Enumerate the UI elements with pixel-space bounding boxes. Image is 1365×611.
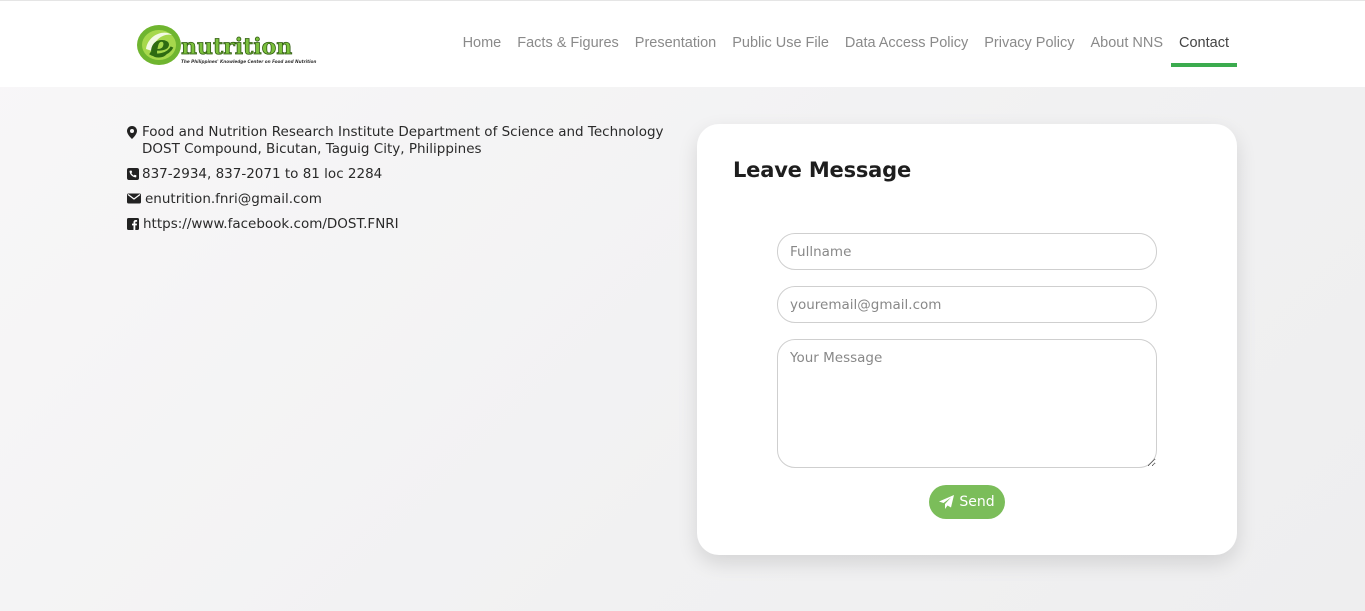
nav-home[interactable]: Home: [455, 1, 510, 88]
facebook-link[interactable]: https://www.facebook.com/DOST.FNRI: [143, 216, 399, 233]
address-row: Food and Nutrition Research Institute De…: [127, 124, 667, 158]
phone-row: 837-2934, 837-2071 to 81 loc 2284: [127, 166, 667, 183]
address-line2: DOST Compound, Bicutan, Taguig City, Phi…: [142, 141, 482, 157]
address-text: Food and Nutrition Research Institute De…: [142, 124, 664, 158]
navbar: e nutrition The Philippines' Knowledge C…: [0, 0, 1365, 87]
nav-contact[interactable]: Contact: [1171, 1, 1237, 88]
logo-letter: e: [150, 27, 170, 65]
phone-icon: [127, 166, 142, 183]
email-row: enutrition.fnri@gmail.com: [127, 191, 667, 208]
phone-text: 837-2934, 837-2071 to 81 loc 2284: [142, 166, 383, 182]
nav-privacy-policy[interactable]: Privacy Policy: [976, 1, 1082, 88]
send-label: Send: [959, 494, 995, 510]
address-line1: Food and Nutrition Research Institute De…: [142, 124, 664, 140]
main-nav: Home Facts & Figures Presentation Public…: [455, 1, 1237, 88]
message-textarea[interactable]: [777, 339, 1157, 468]
nav-facts-figures[interactable]: Facts & Figures: [509, 1, 627, 88]
envelope-icon: [127, 191, 142, 208]
enutrition-logo[interactable]: e nutrition The Philippines' Knowledge C…: [134, 23, 324, 67]
contact-info: Food and Nutrition Research Institute De…: [127, 124, 667, 241]
map-marker-icon: [127, 124, 142, 158]
paper-plane-icon: [939, 495, 955, 509]
email-text[interactable]: enutrition.fnri@gmail.com: [145, 191, 322, 208]
logo-tagline: The Philippines' Knowledge Center on Foo…: [181, 59, 316, 64]
facebook-row: https://www.facebook.com/DOST.FNRI: [127, 216, 667, 233]
logo-wordmark: nutrition: [181, 34, 292, 60]
fullname-input[interactable]: [777, 233, 1157, 270]
leave-message-card: Leave Message Send: [697, 124, 1237, 555]
nav-about-nns[interactable]: About NNS: [1082, 1, 1171, 88]
email-input[interactable]: [777, 286, 1157, 323]
form-title: Leave Message: [733, 158, 912, 182]
nav-presentation[interactable]: Presentation: [627, 1, 724, 88]
nav-data-access-policy[interactable]: Data Access Policy: [837, 1, 976, 88]
facebook-icon: [127, 216, 142, 233]
send-button[interactable]: Send: [929, 485, 1005, 519]
nav-public-use-file[interactable]: Public Use File: [724, 1, 837, 88]
